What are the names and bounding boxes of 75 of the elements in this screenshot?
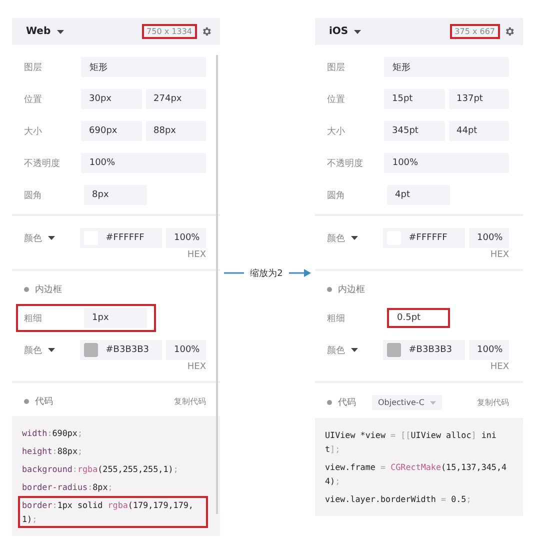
arrow-icon [288, 269, 311, 277]
input-field[interactable]: 690px [81, 121, 142, 141]
color-field[interactable]: #FFFFFF [80, 228, 162, 248]
caret-icon [351, 348, 358, 352]
field-label: 大小 [327, 126, 346, 138]
color-field[interactable]: #B3B3B3 [382, 340, 465, 360]
input-field[interactable]: 345pt [384, 121, 445, 141]
code-line: width:690px; [21, 427, 84, 440]
input-field[interactable]: 30px [81, 89, 142, 109]
field-label: 位置 [24, 94, 43, 106]
opacity-field[interactable]: 100% [469, 228, 509, 248]
field-label: 颜色 [24, 232, 42, 244]
caret-icon [354, 30, 362, 34]
input-field[interactable]: 15pt [384, 89, 445, 109]
input-field[interactable]: 44pt [448, 121, 510, 141]
input-field[interactable]: 8px [84, 185, 147, 205]
code-line: border-radius:8px; [21, 481, 114, 494]
scale-label: 缩放为2 [250, 268, 283, 280]
input-field[interactable]: 矩形 [384, 57, 509, 77]
field-label: 粗细 [24, 312, 43, 324]
copy-code-link[interactable]: 复制代码 [174, 396, 206, 407]
field-label: 颜色 [327, 232, 345, 244]
input-field[interactable]: 137pt [448, 89, 510, 109]
format-label: HEX [490, 362, 509, 372]
input-field[interactable]: 1px [84, 308, 147, 328]
field-label: 圆角 [327, 190, 346, 202]
field-label: 圆角 [24, 190, 43, 202]
code-line: UIView *view = [[UIView alloc] init]; [324, 429, 498, 456]
input-field[interactable]: 矩形 [81, 57, 206, 77]
field-label: 粗细 [327, 312, 346, 324]
section-title: 代码 [35, 396, 53, 408]
platform-dropdown[interactable]: iOS [329, 26, 362, 37]
opacity-field[interactable]: 100% [469, 340, 509, 360]
input-field[interactable]: 0.5pt [387, 308, 450, 328]
field-label: 位置 [327, 94, 346, 106]
screen-size: 375 x 667 [450, 24, 500, 39]
code-line: background:rgba(255,255,255,1); [21, 463, 180, 476]
caret-icon [56, 30, 64, 34]
input-field[interactable]: 100% [384, 153, 509, 173]
input-field[interactable]: 88px [146, 121, 206, 141]
field-label: 不透明度 [327, 158, 364, 170]
field-label: 不透明度 [24, 158, 61, 170]
input-field[interactable]: 100% [81, 153, 206, 173]
caret-icon [48, 348, 55, 352]
format-label: HEX [187, 362, 206, 372]
caret-icon [351, 236, 358, 240]
opacity-field[interactable]: 100% [166, 228, 206, 248]
field-label: 颜色 [24, 344, 42, 356]
platform-dropdown[interactable]: Web [26, 26, 64, 37]
settings-icon[interactable] [504, 26, 515, 37]
section-title: 内边框 [35, 284, 62, 296]
code-line: height:88px; [21, 445, 84, 458]
format-label: HEX [187, 250, 206, 260]
caret-icon [48, 236, 55, 240]
settings-icon[interactable] [201, 26, 212, 37]
copy-code-link[interactable]: 复制代码 [477, 397, 509, 408]
caret-icon [430, 400, 436, 404]
scrollbar[interactable] [216, 55, 218, 514]
screen-size: 750 x 1334 [142, 24, 197, 39]
line-icon [224, 272, 244, 274]
code-line: view.frame = CGRectMake(15,137,345,44); [324, 461, 508, 488]
language-dropdown[interactable]: Objective-C [372, 395, 442, 410]
code-line: view.layer.borderWidth = 0.5; [324, 493, 472, 506]
color-field[interactable]: #FFFFFF [382, 228, 465, 248]
field-label: 大小 [24, 126, 43, 138]
color-field[interactable]: #B3B3B3 [80, 340, 162, 360]
section-title: 代码 [338, 397, 356, 409]
opacity-field[interactable]: 100% [166, 340, 206, 360]
input-field[interactable]: 274px [146, 89, 206, 109]
input-field[interactable]: 4pt [387, 185, 450, 205]
field-label: 图层 [327, 62, 346, 74]
field-label: 颜色 [327, 344, 345, 356]
section-title: 内边框 [338, 284, 365, 296]
field-label: 图层 [24, 62, 43, 74]
format-label: HEX [490, 250, 509, 260]
